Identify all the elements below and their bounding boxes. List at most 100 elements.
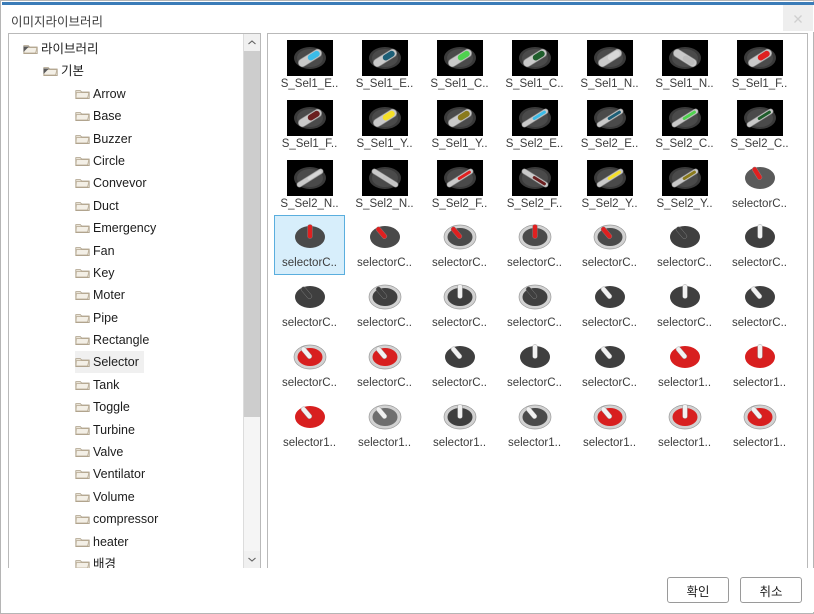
tree-item-heater[interactable]: heater xyxy=(9,531,243,553)
grid-item[interactable]: selectorC.. xyxy=(274,215,345,276)
grid-item[interactable]: S_Sel2_Y.. xyxy=(649,156,720,216)
grid-item[interactable]: S_Sel1_N.. xyxy=(574,36,645,96)
grid-item[interactable]: S_Sel2_F.. xyxy=(424,156,495,216)
tree-item-volume[interactable]: Volume xyxy=(9,486,243,508)
grid-item[interactable]: selectorC.. xyxy=(349,275,420,335)
tree-item-기본[interactable]: 기본 xyxy=(9,60,243,82)
grid-item[interactable]: S_Sel2_E.. xyxy=(574,96,645,156)
grid-item[interactable]: S_Sel1_E.. xyxy=(349,36,420,96)
tree-item-라이브러리[interactable]: 라이브러리 xyxy=(9,38,243,60)
selector-switch-thumbnail xyxy=(368,47,401,69)
grid-item[interactable]: selector1.. xyxy=(724,335,795,395)
tree-item-duct[interactable]: Duct xyxy=(9,195,243,217)
tree-item-label: Turbine xyxy=(93,422,135,437)
ok-button[interactable]: 확인 xyxy=(667,577,729,603)
tree-item-label: Valve xyxy=(93,445,124,460)
grid-item[interactable]: selectorC.. xyxy=(724,215,795,275)
grid-item[interactable]: selector1.. xyxy=(649,395,720,455)
tree-item-content: Toggle xyxy=(75,396,135,418)
grid-item[interactable]: S_Sel2_E.. xyxy=(499,96,570,156)
tree-item-circle[interactable]: Circle xyxy=(9,150,243,172)
cancel-button[interactable]: 취소 xyxy=(740,577,802,603)
grid-item[interactable]: selectorC.. xyxy=(574,215,645,275)
grid-item[interactable]: selector1.. xyxy=(724,395,795,455)
grid-item[interactable]: S_Sel1_C.. xyxy=(424,36,495,96)
grid-item-label: S_Sel1_F.. xyxy=(731,78,788,90)
grid-item[interactable]: selector1.. xyxy=(649,335,720,395)
grid-item[interactable]: selectorC.. xyxy=(424,215,495,275)
tree-item-turbine[interactable]: Turbine xyxy=(9,419,243,441)
tree-scroll-down-button[interactable] xyxy=(244,551,260,568)
tree-item-arrow[interactable]: Arrow xyxy=(9,83,243,105)
grid-item[interactable]: S_Sel2_Y.. xyxy=(574,156,645,216)
grid-item-label: selectorC.. xyxy=(582,376,637,389)
grid-item[interactable]: S_Sel1_F.. xyxy=(274,96,345,156)
grid-item[interactable]: selector1.. xyxy=(424,395,495,455)
grid-item[interactable]: selectorC.. xyxy=(499,335,570,395)
grid-item[interactable]: S_Sel1_Y.. xyxy=(349,96,420,156)
grid-item[interactable]: selectorC.. xyxy=(349,215,420,275)
grid-item[interactable]: selector1.. xyxy=(574,395,645,455)
tree-item-key[interactable]: Key xyxy=(9,262,243,284)
folder-icon xyxy=(75,105,93,127)
tree-item-buzzer[interactable]: Buzzer xyxy=(9,128,243,150)
grid-item[interactable]: S_Sel1_N.. xyxy=(649,36,720,96)
tree-item-ventilator[interactable]: Ventilator xyxy=(9,463,243,485)
grid-item[interactable]: selector1.. xyxy=(349,395,420,455)
grid-item[interactable]: selectorC.. xyxy=(424,335,495,395)
tree-scroll-thumb[interactable] xyxy=(244,51,260,417)
grid-item[interactable]: selectorC.. xyxy=(274,335,345,395)
grid-item[interactable]: S_Sel2_C.. xyxy=(649,96,720,156)
grid-item[interactable]: S_Sel2_F.. xyxy=(499,156,570,216)
tree-scroll-up-button[interactable] xyxy=(244,34,260,51)
tree-item-emergency[interactable]: Emergency xyxy=(9,217,243,239)
grid-item[interactable]: S_Sel1_C.. xyxy=(499,36,570,96)
grid-item[interactable]: S_Sel1_E.. xyxy=(274,36,345,96)
grid-item[interactable]: selector1.. xyxy=(274,395,345,455)
grid-item[interactable]: selectorC.. xyxy=(724,275,795,335)
grid-item-label: S_Sel2_E.. xyxy=(505,137,564,150)
tree-item-toggle[interactable]: Toggle xyxy=(9,396,243,418)
tree-expander[interactable] xyxy=(23,38,33,60)
grid-item[interactable]: S_Sel1_F.. xyxy=(724,36,795,96)
grid-item[interactable]: S_Sel2_N.. xyxy=(349,156,420,216)
folder-icon xyxy=(75,351,93,373)
grid-item-thumbnail xyxy=(737,160,783,196)
grid-item-thumbnail xyxy=(287,399,333,435)
tree-item-valve[interactable]: Valve xyxy=(9,441,243,463)
selector-knob-thumbnail xyxy=(669,226,700,249)
tree-item-rectangle[interactable]: Rectangle xyxy=(9,329,243,351)
grid-item[interactable]: selectorC.. xyxy=(424,275,495,335)
tree-item-base[interactable]: Base xyxy=(9,105,243,127)
grid-item[interactable]: S_Sel2_C.. xyxy=(724,96,795,156)
grid-item[interactable]: S_Sel2_N.. xyxy=(274,156,345,216)
tree-item-selector[interactable]: Selector xyxy=(9,351,243,374)
grid-item-thumbnail xyxy=(362,219,408,255)
grid-item-thumbnail xyxy=(662,399,708,435)
tree-item-convevor[interactable]: Convevor xyxy=(9,172,243,194)
tree-item-content: heater xyxy=(75,531,133,553)
folder-icon xyxy=(75,89,90,99)
tree-item-pipe[interactable]: Pipe xyxy=(9,307,243,329)
grid-item[interactable]: S_Sel1_Y.. xyxy=(424,96,495,156)
tree-item-배경[interactable]: 배경 xyxy=(9,553,243,568)
grid-item[interactable]: selectorC.. xyxy=(724,156,795,216)
tree-expander[interactable] xyxy=(43,60,53,82)
grid-item[interactable]: selectorC.. xyxy=(499,215,570,275)
grid-item[interactable]: selectorC.. xyxy=(574,335,645,395)
grid-item[interactable]: selectorC.. xyxy=(649,215,720,275)
tree-scrollbar[interactable] xyxy=(243,34,260,568)
grid-item[interactable]: selector1.. xyxy=(499,395,570,455)
selector-switch-thumbnail xyxy=(518,166,551,189)
grid-item[interactable]: selectorC.. xyxy=(574,275,645,335)
grid-item[interactable]: selectorC.. xyxy=(649,275,720,335)
tree-item-tank[interactable]: Tank xyxy=(9,374,243,396)
tree-item-moter[interactable]: Moter xyxy=(9,284,243,306)
tree-item-fan[interactable]: Fan xyxy=(9,240,243,262)
selector-knob-thumbnail xyxy=(443,404,476,430)
close-button[interactable] xyxy=(783,5,813,31)
tree-item-compressor[interactable]: compressor xyxy=(9,508,243,530)
grid-item[interactable]: selectorC.. xyxy=(349,335,420,395)
grid-item[interactable]: selectorC.. xyxy=(499,275,570,335)
grid-item[interactable]: selectorC.. xyxy=(274,275,345,335)
